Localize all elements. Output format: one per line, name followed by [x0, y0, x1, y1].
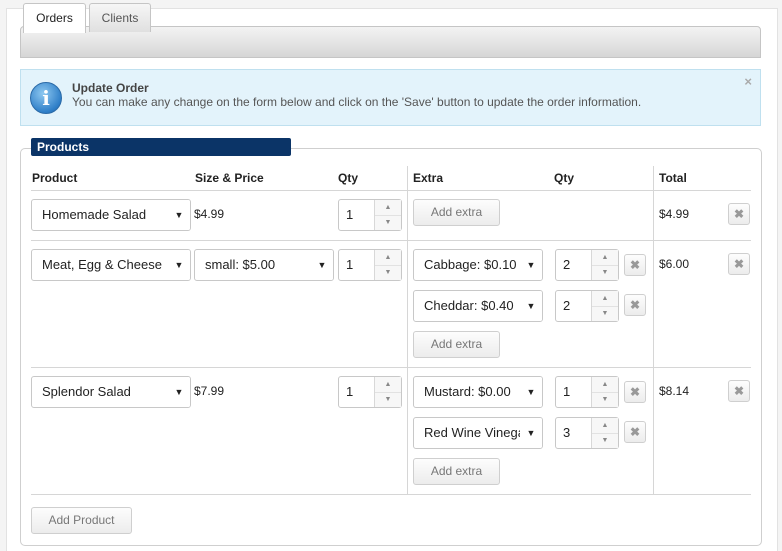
alert-title: Update Order — [72, 81, 149, 95]
products-legend: Products — [31, 138, 291, 156]
size-price: $7.99 — [194, 384, 225, 398]
spin-down-icon[interactable]: ▼ — [375, 215, 401, 230]
spin-down-icon[interactable]: ▼ — [592, 433, 618, 448]
remove-product-icon[interactable]: ✖ — [728, 253, 750, 275]
spin-up-icon[interactable]: ▲ — [375, 377, 401, 393]
chevron-down-icon: ▼ — [311, 250, 333, 280]
remove-product-icon[interactable]: ✖ — [728, 203, 750, 225]
quantity-stepper[interactable]: 1 ▲ ▼ — [338, 199, 402, 231]
divider — [31, 240, 751, 241]
spin-up-icon[interactable]: ▲ — [592, 250, 618, 266]
info-icon: i — [30, 82, 62, 114]
alert-message: You can make any change on the form belo… — [72, 95, 642, 109]
divider — [31, 190, 751, 191]
add-extra-button[interactable]: Add extra — [413, 458, 500, 485]
remove-product-icon[interactable]: ✖ — [728, 380, 750, 402]
product-select[interactable]: Meat, Egg & Cheese ▼ — [31, 249, 191, 281]
spin-up-icon[interactable]: ▲ — [375, 250, 401, 266]
chevron-down-icon: ▼ — [520, 418, 542, 448]
quantity-stepper[interactable]: 1 ▲ ▼ — [338, 249, 402, 281]
spin-down-icon[interactable]: ▼ — [592, 306, 618, 321]
divider — [653, 166, 654, 494]
remove-extra-icon[interactable]: ✖ — [624, 381, 646, 403]
spin-down-icon[interactable]: ▼ — [375, 265, 401, 280]
divider — [31, 494, 751, 495]
spin-down-icon[interactable]: ▼ — [592, 265, 618, 280]
header-qty: Qty — [338, 171, 359, 185]
spin-up-icon[interactable]: ▲ — [592, 418, 618, 434]
tab-clients[interactable]: Clients — [89, 3, 151, 32]
spin-up-icon[interactable]: ▲ — [592, 291, 618, 307]
row-total: $6.00 — [659, 257, 690, 271]
close-icon[interactable]: × — [744, 74, 752, 89]
row-total: $4.99 — [659, 207, 690, 221]
chevron-down-icon: ▼ — [520, 250, 542, 280]
extra-quantity-stepper[interactable]: 1 ▲ ▼ — [555, 376, 619, 408]
add-extra-button[interactable]: Add extra — [413, 331, 500, 358]
divider — [31, 367, 751, 368]
tab-orders[interactable]: Orders — [23, 3, 86, 33]
spin-down-icon[interactable]: ▼ — [592, 392, 618, 407]
size-price: $4.99 — [194, 207, 225, 221]
add-extra-button[interactable]: Add extra — [413, 199, 500, 226]
extra-quantity-stepper[interactable]: 2 ▲ ▼ — [555, 249, 619, 281]
remove-extra-icon[interactable]: ✖ — [624, 294, 646, 316]
update-order-alert: i Update Order You can make any change o… — [20, 69, 761, 126]
size-select[interactable]: small: $5.00 ▼ — [194, 249, 334, 281]
divider — [407, 166, 408, 494]
extra-select[interactable]: Cabbage: $0.10 ▼ — [413, 249, 543, 281]
quantity-stepper[interactable]: 1 ▲ ▼ — [338, 376, 402, 408]
row-total: $8.14 — [659, 384, 690, 398]
chevron-down-icon: ▼ — [520, 377, 542, 407]
chevron-down-icon: ▼ — [168, 377, 190, 407]
header-total: Total — [659, 171, 687, 185]
product-select[interactable]: Homemade Salad ▼ — [31, 199, 191, 231]
extra-quantity-stepper[interactable]: 3 ▲ ▼ — [555, 417, 619, 449]
header-extra: Extra — [413, 171, 444, 185]
header-size-price: Size & Price — [195, 171, 264, 185]
extra-quantity-stepper[interactable]: 2 ▲ ▼ — [555, 290, 619, 322]
extra-select[interactable]: Mustard: $0.00 ▼ — [413, 376, 543, 408]
chevron-down-icon: ▼ — [168, 200, 190, 230]
spin-down-icon[interactable]: ▼ — [375, 392, 401, 407]
extra-select[interactable]: Cheddar: $0.40 ▼ — [413, 290, 543, 322]
remove-extra-icon[interactable]: ✖ — [624, 254, 646, 276]
header-product: Product — [32, 171, 78, 185]
spin-up-icon[interactable]: ▲ — [592, 377, 618, 393]
remove-extra-icon[interactable]: ✖ — [624, 421, 646, 443]
extra-select[interactable]: Red Wine Vinegar ▼ — [413, 417, 543, 449]
spin-up-icon[interactable]: ▲ — [375, 200, 401, 216]
product-select[interactable]: Splendor Salad ▼ — [31, 376, 191, 408]
add-product-button[interactable]: Add Product — [31, 507, 132, 534]
chevron-down-icon: ▼ — [520, 291, 542, 321]
header-extra-qty: Qty — [554, 171, 575, 185]
chevron-down-icon: ▼ — [168, 250, 190, 280]
